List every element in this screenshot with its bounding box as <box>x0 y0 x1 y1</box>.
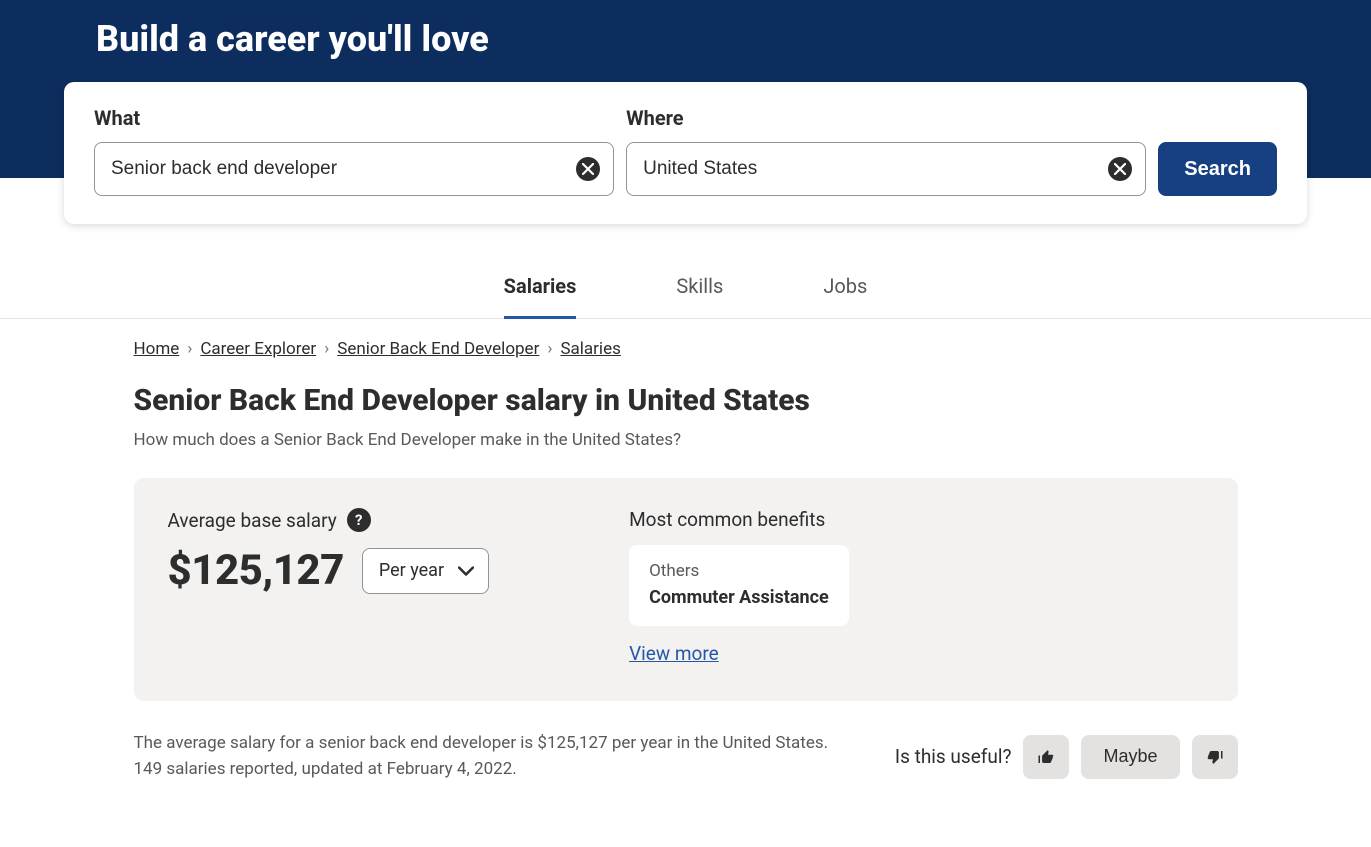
hero-banner: Build a career you'll love What Where <box>0 0 1371 178</box>
help-icon[interactable]: ? <box>347 508 371 532</box>
feedback-question: Is this useful? <box>895 745 1012 768</box>
view-more-link[interactable]: View more <box>629 642 719 665</box>
chevron-right-icon: › <box>547 339 552 359</box>
search-button[interactable]: Search <box>1158 142 1277 196</box>
search-card: What Where Search <box>64 82 1307 224</box>
benefit-card: Others Commuter Assistance <box>629 545 849 626</box>
tabs-row: Salaries Skills Jobs <box>0 274 1371 319</box>
breadcrumb-current: Salaries <box>560 339 620 359</box>
benefit-category: Others <box>649 561 829 581</box>
thumbs-down-icon <box>1206 748 1224 766</box>
tab-skills[interactable]: Skills <box>676 274 723 319</box>
breadcrumb-explorer[interactable]: Career Explorer <box>200 339 316 359</box>
chevron-right-icon: › <box>187 339 192 359</box>
summary-card: Average base salary ? $125,127 Per year … <box>134 478 1238 701</box>
what-label: What <box>94 106 614 130</box>
disclaimer-text: The average salary for a senior back end… <box>134 731 834 782</box>
avg-salary-label: Average base salary ? <box>168 508 490 532</box>
thumbs-up-button[interactable] <box>1023 735 1069 779</box>
page-title: Senior Back End Developer salary in Unit… <box>134 383 1238 418</box>
feedback-group: Is this useful? Maybe <box>895 735 1238 779</box>
tab-jobs[interactable]: Jobs <box>823 274 867 319</box>
where-label: Where <box>626 106 1146 130</box>
what-input[interactable] <box>94 142 614 196</box>
salary-amount: $125,127 <box>168 546 344 595</box>
maybe-button[interactable]: Maybe <box>1081 735 1179 779</box>
thumbs-up-icon <box>1037 748 1055 766</box>
breadcrumb: Home › Career Explorer › Senior Back End… <box>134 339 1238 359</box>
clear-what-icon[interactable] <box>576 157 600 181</box>
tab-salaries[interactable]: Salaries <box>504 274 577 319</box>
chevron-right-icon: › <box>324 339 329 359</box>
clear-where-icon[interactable] <box>1108 157 1132 181</box>
benefit-name: Commuter Assistance <box>649 585 829 610</box>
breadcrumb-role[interactable]: Senior Back End Developer <box>337 339 539 359</box>
thumbs-down-button[interactable] <box>1192 735 1238 779</box>
benefits-label: Most common benefits <box>629 508 849 531</box>
where-input[interactable] <box>626 142 1146 196</box>
breadcrumb-home[interactable]: Home <box>134 339 180 359</box>
chevron-down-icon <box>458 560 474 581</box>
period-value: Per year <box>379 560 444 581</box>
page-subtitle: How much does a Senior Back End Develope… <box>134 430 1238 450</box>
avg-salary-text: Average base salary <box>168 509 337 532</box>
hero-title: Build a career you'll love <box>0 0 1371 60</box>
period-select[interactable]: Per year <box>362 548 489 594</box>
